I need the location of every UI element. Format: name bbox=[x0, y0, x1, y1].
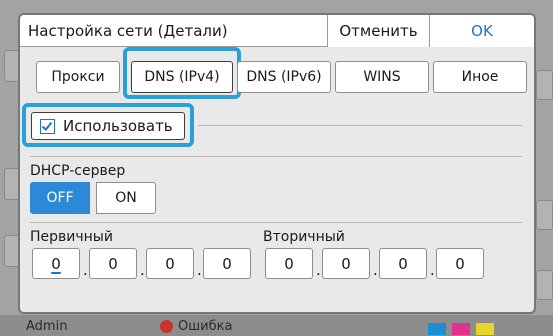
cancel-button[interactable]: Отменить bbox=[327, 15, 429, 47]
background-panel-edge bbox=[536, 200, 553, 230]
secondary-octet-3[interactable]: 0 bbox=[379, 248, 427, 279]
dhcp-off-button[interactable]: OFF bbox=[30, 182, 90, 214]
user-label: Admin bbox=[26, 319, 68, 334]
ok-button[interactable]: OK bbox=[429, 15, 534, 47]
dialog-title: Настройка сети (Детали) bbox=[28, 22, 228, 40]
use-label: Использовать bbox=[63, 117, 173, 135]
dhcp-server-label: DHCP-сервер bbox=[30, 163, 126, 179]
separator: . bbox=[140, 261, 145, 279]
error-icon bbox=[160, 320, 173, 333]
separator: . bbox=[373, 261, 378, 279]
tab-proxy[interactable]: Прокси bbox=[36, 61, 120, 93]
primary-octet-4[interactable]: 0 bbox=[203, 248, 251, 279]
divider bbox=[30, 156, 522, 157]
tab-wins[interactable]: WINS bbox=[335, 61, 429, 93]
network-settings-dialog: Настройка сети (Детали) Отменить OK Прок… bbox=[18, 13, 536, 314]
primary-octet-3[interactable]: 0 bbox=[146, 248, 194, 279]
toner-magenta-icon bbox=[452, 323, 470, 335]
background-panel-edge bbox=[536, 270, 553, 300]
secondary-octet-4[interactable]: 0 bbox=[436, 248, 484, 279]
secondary-octet-2[interactable]: 0 bbox=[322, 248, 370, 279]
primary-octet-2[interactable]: 0 bbox=[89, 248, 137, 279]
secondary-octet-1[interactable]: 0 bbox=[265, 248, 313, 279]
primary-dns-label: Первичный bbox=[30, 229, 113, 245]
tab-dns-ipv4[interactable]: DNS (IPv4) bbox=[131, 61, 233, 93]
separator: . bbox=[83, 261, 88, 279]
dhcp-on-button[interactable]: ON bbox=[96, 182, 156, 214]
use-checkbox-button[interactable]: Использовать bbox=[31, 112, 185, 140]
primary-octet-1[interactable]: 0 bbox=[32, 248, 80, 279]
toner-indicator bbox=[428, 320, 500, 335]
separator: . bbox=[316, 261, 321, 279]
dialog-header: Настройка сети (Детали) Отменить OK bbox=[20, 15, 534, 47]
separator: . bbox=[197, 261, 202, 279]
divider bbox=[30, 222, 522, 223]
secondary-dns-label: Вторичный bbox=[263, 229, 345, 245]
checkbox[interactable] bbox=[40, 119, 55, 134]
background-panel-edge bbox=[536, 70, 553, 100]
tab-other[interactable]: Иное bbox=[433, 61, 527, 93]
separator: . bbox=[430, 261, 435, 279]
error-label: Ошибка bbox=[178, 319, 233, 334]
tab-dns-ipv6[interactable]: DNS (IPv6) bbox=[237, 61, 331, 93]
toner-cyan-icon bbox=[428, 323, 446, 335]
toner-yellow-icon bbox=[476, 323, 494, 335]
divider bbox=[198, 125, 522, 126]
checkmark-icon bbox=[41, 121, 53, 131]
